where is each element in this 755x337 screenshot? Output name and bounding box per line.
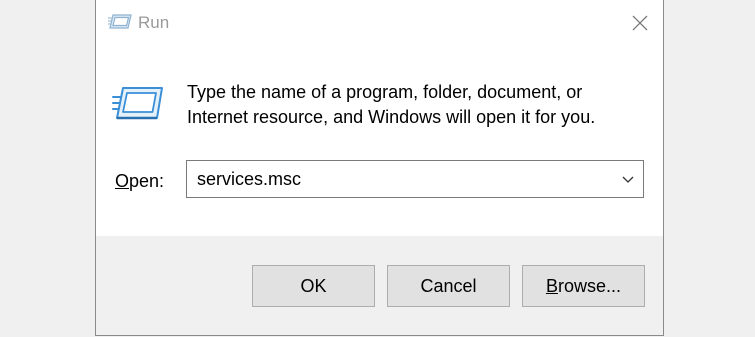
open-label-rest: pen: xyxy=(129,171,165,191)
close-button[interactable] xyxy=(617,0,663,46)
button-bar: OK Cancel Browse... xyxy=(96,236,663,335)
title-bar[interactable]: Run xyxy=(96,0,663,46)
open-label-mnemonic: O xyxy=(115,171,130,191)
run-icon xyxy=(112,84,164,124)
run-icon xyxy=(108,12,132,32)
description-line: Internet resource, and Windows will open… xyxy=(187,107,596,127)
description-line: Type the name of a program, folder, docu… xyxy=(187,82,583,102)
dialog-description: Type the name of a program, folder, docu… xyxy=(187,80,647,130)
run-dialog: Run Type the name of a program, folder, … xyxy=(95,0,664,336)
ok-button[interactable]: OK xyxy=(252,265,375,307)
open-label: Open: xyxy=(115,169,164,193)
cancel-button[interactable]: Cancel xyxy=(387,265,510,307)
close-icon xyxy=(632,15,648,31)
browse-button[interactable]: Browse... xyxy=(522,265,645,307)
desktop-background: Run Type the name of a program, folder, … xyxy=(0,0,755,337)
browse-mnemonic: B xyxy=(545,276,558,296)
browse-label-rest: rowse... xyxy=(557,276,622,296)
window-title: Run xyxy=(138,13,170,32)
open-input[interactable] xyxy=(187,161,607,197)
dropdown-button[interactable] xyxy=(619,170,637,188)
chevron-down-icon xyxy=(622,176,634,183)
dialog-content: Type the name of a program, folder, docu… xyxy=(96,46,663,236)
open-combobox[interactable] xyxy=(186,160,644,198)
